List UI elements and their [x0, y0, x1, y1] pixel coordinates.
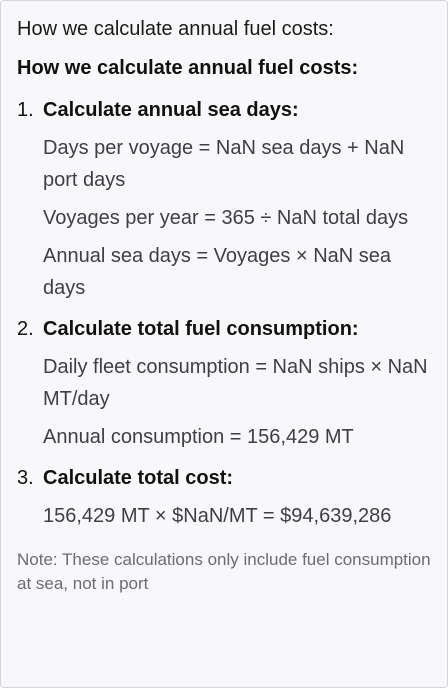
calculation-steps: 1. Calculate annual sea days: Days per v…	[17, 97, 433, 532]
step-2: 2. Calculate total fuel consumption: Dai…	[17, 316, 433, 453]
formula-line: Annual consumption = 156,429 MT	[43, 426, 354, 448]
step-title: Calculate total fuel consumption:	[43, 318, 359, 340]
step-3: 3. Calculate total cost: 156,429 MT × $N…	[17, 465, 433, 532]
step-title: Calculate total cost:	[43, 467, 234, 489]
panel-caption: How we calculate annual fuel costs:	[17, 18, 334, 40]
formula-line: Annual sea days = Voyages × NaN sea days	[43, 245, 392, 299]
step-3-header: 3. Calculate total cost:	[17, 465, 433, 491]
formula-line: Days per voyage = NaN sea days + NaN por…	[43, 137, 405, 191]
fuel-cost-explanation-panel: How we calculate annual fuel costs: How …	[0, 0, 448, 688]
step-number: 2.	[17, 318, 34, 340]
section-heading: How we calculate annual fuel costs:	[17, 57, 359, 79]
formula-line: Daily fleet consumption = NaN ships × Na…	[43, 356, 428, 410]
formula-line: 156,429 MT × $NaN/MT = $94,639,286	[43, 505, 392, 527]
step-number: 1.	[17, 99, 34, 121]
step-title: Calculate annual sea days:	[43, 99, 299, 121]
formula-line: Voyages per year = 365 ÷ NaN total days	[43, 207, 409, 229]
step-1: 1. Calculate annual sea days: Days per v…	[17, 97, 433, 304]
footnote: Note: These calculations only include fu…	[17, 550, 431, 593]
step-2-header: 2. Calculate total fuel consumption:	[17, 316, 433, 342]
step-1-header: 1. Calculate annual sea days:	[17, 97, 433, 123]
step-number: 3.	[17, 467, 34, 489]
